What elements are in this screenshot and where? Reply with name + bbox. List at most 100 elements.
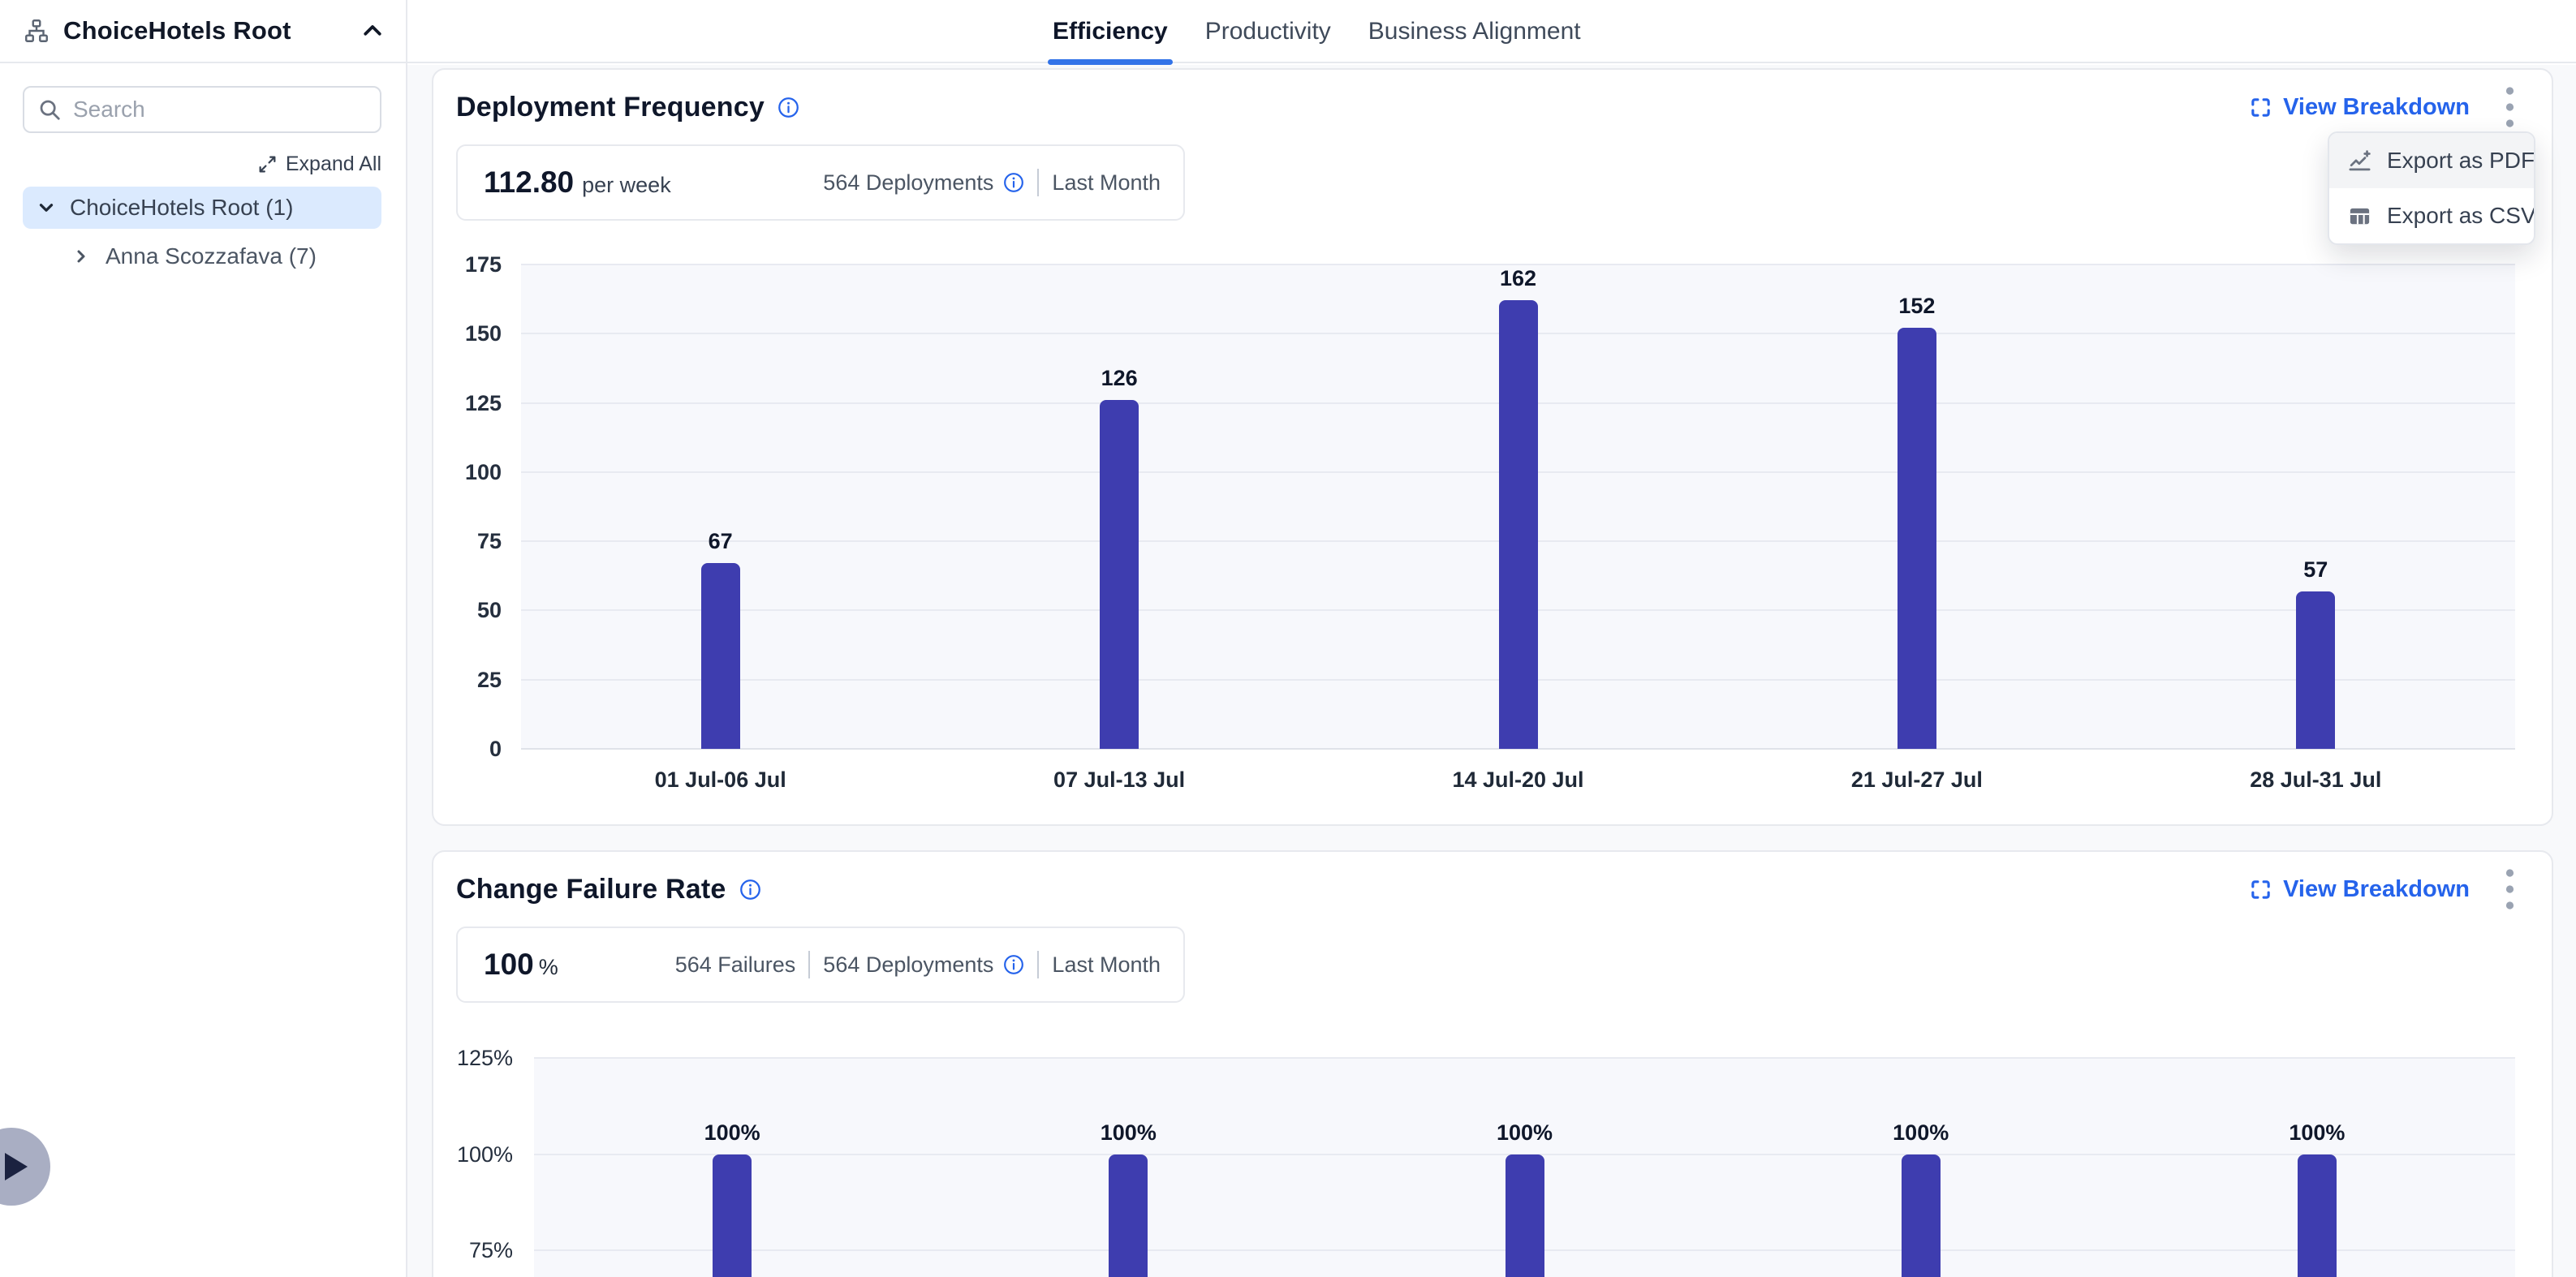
- y-tick-label: 75: [433, 527, 502, 556]
- info-icon[interactable]: [739, 879, 761, 901]
- chevron-up-icon[interactable]: [360, 19, 385, 43]
- deployment-frequency-card: Deployment Frequency View Breakdown: [432, 68, 2553, 826]
- card-title: Deployment Frequency: [456, 92, 765, 123]
- bar-value-label: 67: [640, 527, 802, 555]
- tree-item-label: Anna Scozzafava (7): [106, 243, 317, 269]
- export-dropdown-menu: Export as PDF Export as CSV: [2328, 131, 2535, 245]
- separator: [808, 951, 810, 978]
- gridline: [521, 264, 2515, 265]
- bar[interactable]: [1109, 1154, 1148, 1277]
- menu-item-export-csv[interactable]: Export as CSV: [2329, 188, 2534, 243]
- change-failure-rate-stat-box: 100 % 564 Failures 564 Deployments Last …: [456, 927, 1185, 1003]
- y-tick-label: 50: [433, 596, 502, 625]
- bar[interactable]: [701, 563, 740, 749]
- card-title: Change Failure Rate: [456, 874, 726, 905]
- bar-value-label: 100%: [1840, 1119, 2002, 1146]
- menu-item-label: Export as PDF: [2387, 148, 2535, 174]
- change-failure-rate-chart: 75% 100% 125% 100% 100% 100% 100% 100%: [433, 852, 2552, 1277]
- stat-deployments: 564 Deployments: [823, 952, 993, 978]
- stat-unit: %: [539, 955, 558, 980]
- stat-value: 112.80: [484, 166, 574, 200]
- sidebar: ChoiceHotels Root Expand All: [0, 0, 407, 1277]
- tab-business-alignment[interactable]: Business Alignment: [1368, 0, 1581, 63]
- x-axis-label: 21 Jul-27 Jul: [1779, 766, 2055, 793]
- chart-line-icon: [2347, 148, 2372, 174]
- bar-value-label: 100%: [1444, 1119, 1606, 1146]
- sidebar-title: ChoiceHotels Root: [63, 16, 347, 45]
- bar[interactable]: [1902, 1154, 1941, 1277]
- search-box: [23, 86, 381, 133]
- stat-unit: per week: [582, 173, 671, 198]
- y-tick-label: 0: [433, 734, 502, 763]
- stat-value: 100: [484, 948, 534, 982]
- x-axis-label: 14 Jul-20 Jul: [1381, 766, 1656, 793]
- y-tick-label: 150: [433, 319, 502, 348]
- info-icon[interactable]: [778, 97, 799, 118]
- tab-productivity[interactable]: Productivity: [1205, 0, 1331, 63]
- stat-deployments: 564 Deployments: [823, 170, 993, 196]
- view-breakdown-button[interactable]: View Breakdown: [2249, 876, 2470, 903]
- expand-all-button[interactable]: Expand All: [257, 151, 381, 177]
- kebab-menu-icon[interactable]: [2501, 83, 2519, 131]
- search-icon: [37, 97, 62, 122]
- fullscreen-expand-icon: [2249, 878, 2272, 901]
- info-icon[interactable]: [1003, 954, 1024, 975]
- tab-efficiency[interactable]: Efficiency: [1053, 0, 1168, 63]
- tab-bar: Efficiency Productivity Business Alignme…: [1053, 0, 1581, 63]
- table-icon: [2347, 204, 2372, 229]
- view-breakdown-label: View Breakdown: [2283, 94, 2470, 121]
- menu-item-label: Export as CSV: [2387, 203, 2535, 229]
- bar-value-label: 126: [1038, 364, 1200, 392]
- gridline: [534, 1057, 2515, 1059]
- expand-all-label: Expand All: [286, 153, 381, 176]
- bar[interactable]: [1898, 328, 1936, 749]
- y-tick-label: 125%: [433, 1043, 513, 1073]
- tree-item-choicehotels-root[interactable]: ChoiceHotels Root (1): [23, 187, 381, 229]
- tab-label: Business Alignment: [1368, 18, 1581, 45]
- bar-value-label: 152: [1836, 292, 1998, 320]
- tree-item-anna-scozzafava[interactable]: Anna Scozzafava (7): [71, 237, 317, 276]
- bar[interactable]: [2296, 591, 2335, 749]
- view-breakdown-label: View Breakdown: [2283, 876, 2470, 903]
- stat-failures: 564 Failures: [675, 952, 796, 978]
- search-input[interactable]: [73, 97, 367, 123]
- y-tick-label: 75%: [433, 1236, 513, 1265]
- y-tick-label: 125: [433, 389, 502, 418]
- bar-value-label: 57: [2234, 556, 2397, 583]
- y-tick-label: 100: [433, 458, 502, 487]
- tab-label: Efficiency: [1053, 18, 1168, 45]
- tree-item-label: ChoiceHotels Root (1): [70, 195, 293, 221]
- stat-period: Last Month: [1052, 170, 1161, 196]
- bar[interactable]: [1499, 300, 1538, 749]
- triangle-right-icon: [5, 1153, 28, 1180]
- sidebar-header: ChoiceHotels Root: [0, 0, 406, 63]
- separator: [1037, 169, 1039, 196]
- topbar: Efficiency Productivity Business Alignme…: [407, 0, 2576, 63]
- y-tick-label: 25: [433, 665, 502, 694]
- bar-value-label: 162: [1437, 264, 1600, 292]
- x-axis-label: 28 Jul-31 Jul: [2178, 766, 2453, 793]
- menu-item-export-pdf[interactable]: Export as PDF: [2329, 133, 2534, 188]
- deployment-frequency-stat-box: 112.80 per week 564 Deployments Last Mon…: [456, 144, 1185, 221]
- tab-label: Productivity: [1205, 18, 1331, 45]
- stat-period: Last Month: [1052, 952, 1161, 978]
- bar-value-label: 100%: [1047, 1119, 1209, 1146]
- view-breakdown-button[interactable]: View Breakdown: [2249, 94, 2470, 121]
- bar[interactable]: [713, 1154, 752, 1277]
- separator: [1037, 951, 1039, 978]
- info-icon[interactable]: [1003, 172, 1024, 193]
- sidebar-expand-handle[interactable]: [0, 1128, 50, 1206]
- x-axis-label: 01 Jul-06 Jul: [583, 766, 859, 793]
- bar[interactable]: [2298, 1154, 2337, 1277]
- bar[interactable]: [1100, 400, 1139, 749]
- expand-all-icon: [257, 154, 278, 174]
- org-sitemap-icon: [23, 17, 50, 45]
- bar[interactable]: [1506, 1154, 1544, 1277]
- x-axis-label: 07 Jul-13 Jul: [981, 766, 1257, 793]
- chevron-down-icon[interactable]: [36, 197, 57, 218]
- change-failure-rate-card: Change Failure Rate View Breakdown 100: [432, 850, 2553, 1277]
- y-tick-label: 100%: [433, 1140, 513, 1169]
- chevron-right-icon[interactable]: [71, 247, 91, 266]
- kebab-menu-icon[interactable]: [2501, 865, 2519, 914]
- bar-value-label: 100%: [2236, 1119, 2398, 1146]
